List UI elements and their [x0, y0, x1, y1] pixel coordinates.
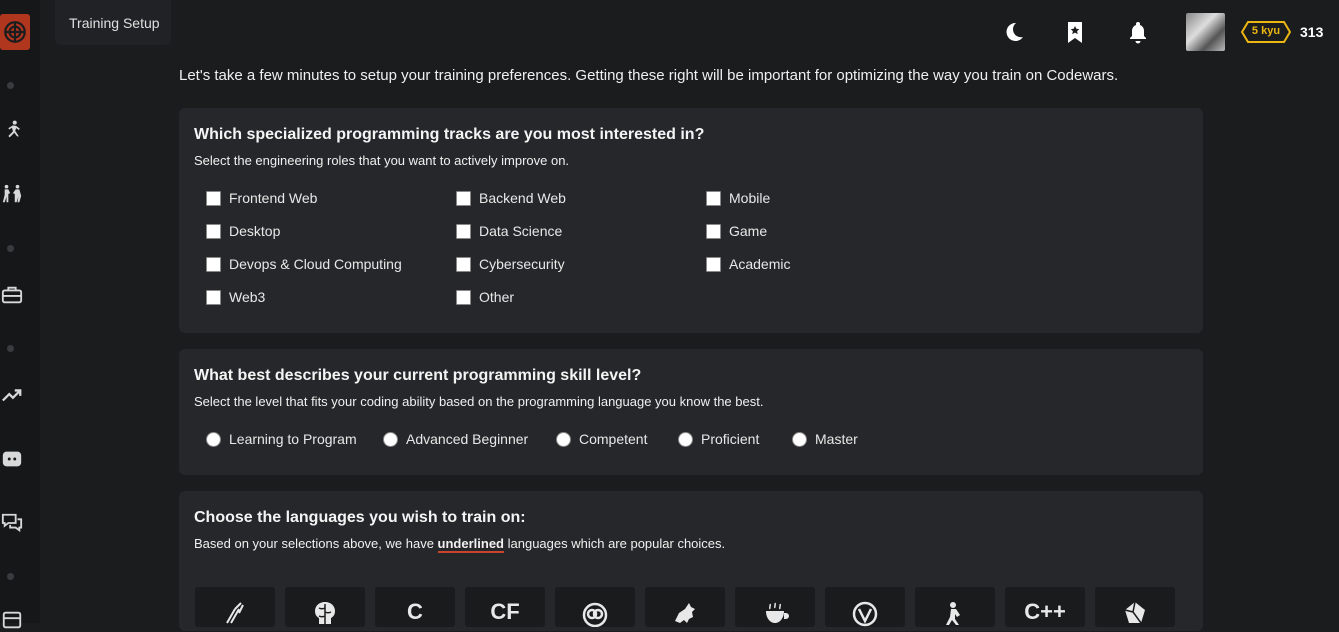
- cobol-icon[interactable]: [645, 587, 725, 627]
- agda-icon[interactable]: [195, 587, 275, 627]
- checkbox-box[interactable]: [206, 190, 221, 206]
- checkbox-box[interactable]: [456, 223, 471, 239]
- track-checkbox[interactable]: Other: [456, 289, 514, 305]
- track-label: Academic: [729, 256, 791, 272]
- checkbox-box[interactable]: [206, 223, 221, 239]
- briefcase-icon[interactable]: [0, 283, 24, 307]
- skill-radio[interactable]: Advanced Beginner: [383, 431, 528, 447]
- skill-subtitle: Select the level that fits your coding a…: [194, 394, 764, 409]
- moon-icon[interactable]: [1001, 18, 1027, 46]
- radio-circle[interactable]: [383, 431, 398, 447]
- track-label: Devops & Cloud Computing: [229, 256, 402, 272]
- radio-circle[interactable]: [556, 431, 571, 447]
- checkbox-box[interactable]: [706, 223, 721, 239]
- bell-icon[interactable]: [1125, 18, 1151, 46]
- sidebar: [0, 0, 40, 629]
- skill-title: What best describes your current program…: [194, 367, 642, 384]
- track-checkbox[interactable]: Frontend Web: [206, 190, 317, 206]
- tracks-title: Which specialized programming tracks are…: [194, 126, 705, 143]
- skill-radio[interactable]: Learning to Program: [206, 431, 357, 447]
- honor-score: 313: [1300, 24, 1324, 40]
- track-checkbox[interactable]: Backend Web: [456, 190, 566, 206]
- checkbox-box[interactable]: [206, 256, 221, 272]
- track-checkbox[interactable]: Academic: [706, 256, 790, 272]
- cpp-icon[interactable]: C++: [1005, 587, 1085, 627]
- languages-title: Choose the languages you wish to train o…: [194, 509, 526, 526]
- languages-subtitle-text: languages which are popular choices.: [504, 536, 726, 551]
- skill-card: What best describes your current program…: [179, 349, 1203, 475]
- track-label: Frontend Web: [229, 190, 318, 206]
- codewars-logo[interactable]: [0, 14, 30, 50]
- skill-label: Learning to Program: [229, 431, 357, 447]
- rank-label: 5 kyu: [1251, 25, 1281, 37]
- intro-text: Let's take a few minutes to setup your t…: [179, 67, 1119, 84]
- track-checkbox[interactable]: Game: [706, 223, 767, 239]
- track-label: Cybersecurity: [479, 256, 565, 272]
- track-checkbox[interactable]: Devops & Cloud Computing: [206, 256, 402, 272]
- clojure-icon[interactable]: [555, 587, 635, 627]
- track-label: Web3: [229, 289, 266, 305]
- checkbox-box[interactable]: [706, 256, 721, 272]
- bf-icon[interactable]: [285, 587, 365, 627]
- page-tab-training-setup: Training Setup: [55, 0, 171, 45]
- tracks-card: Which specialized programming tracks are…: [179, 108, 1203, 333]
- coffeescript-icon[interactable]: [735, 587, 815, 627]
- kumite-icon[interactable]: [0, 182, 24, 206]
- skill-radio[interactable]: Master: [792, 431, 858, 447]
- underlined-emphasis: underlined: [437, 536, 504, 553]
- track-checkbox[interactable]: Cybersecurity: [456, 256, 565, 272]
- training-icon[interactable]: [0, 118, 24, 142]
- languages-subtitle-text: Based on your selections above, we have: [194, 536, 438, 551]
- checkbox-box[interactable]: [706, 190, 721, 206]
- discord-icon[interactable]: [0, 447, 24, 471]
- sidebar-divider-dot: [7, 82, 14, 89]
- track-checkbox[interactable]: Web3: [206, 289, 265, 305]
- track-checkbox[interactable]: Data Science: [456, 223, 562, 239]
- tracks-subtitle: Select the engineering roles that you wa…: [194, 153, 570, 168]
- track-label: Mobile: [729, 190, 771, 206]
- track-label: Data Science: [479, 223, 563, 239]
- track-checkbox[interactable]: Mobile: [706, 190, 770, 206]
- avatar[interactable]: [1186, 13, 1225, 51]
- skill-radio[interactable]: Proficient: [678, 431, 759, 447]
- skill-label: Competent: [579, 431, 648, 447]
- sidebar-divider-dot: [7, 245, 14, 252]
- c-icon[interactable]: C: [375, 587, 455, 627]
- bookmark-icon[interactable]: [1062, 18, 1088, 46]
- track-label: Other: [479, 289, 515, 305]
- skill-label: Advanced Beginner: [406, 431, 529, 447]
- checkbox-box[interactable]: [456, 190, 471, 206]
- skill-radio[interactable]: Competent: [556, 431, 647, 447]
- coq-icon[interactable]: [915, 587, 995, 627]
- track-label: Game: [729, 223, 768, 239]
- cfml-icon[interactable]: CF: [465, 587, 545, 627]
- radio-circle[interactable]: [678, 431, 693, 447]
- checkbox-box[interactable]: [456, 256, 471, 272]
- skill-label: Proficient: [701, 431, 760, 447]
- radio-circle[interactable]: [792, 431, 807, 447]
- commonlisp-icon[interactable]: [825, 587, 905, 627]
- checkbox-box[interactable]: [456, 289, 471, 305]
- trending-up-icon[interactable]: [0, 383, 24, 407]
- track-label: Desktop: [229, 223, 281, 239]
- track-checkbox[interactable]: Desktop: [206, 223, 280, 239]
- rank-badge[interactable]: 5 kyu: [1241, 21, 1291, 43]
- docs-icon[interactable]: [0, 608, 24, 632]
- chat-icon[interactable]: [0, 511, 24, 535]
- crystal-icon[interactable]: [1095, 587, 1175, 627]
- checkbox-box[interactable]: [206, 289, 221, 305]
- sidebar-divider-dot: [7, 573, 14, 580]
- track-label: Backend Web: [479, 190, 566, 206]
- sidebar-divider-dot: [7, 345, 14, 352]
- skill-label: Master: [815, 431, 858, 447]
- languages-subtitle: Based on your selections above, we have …: [194, 536, 726, 553]
- radio-circle[interactable]: [206, 431, 221, 447]
